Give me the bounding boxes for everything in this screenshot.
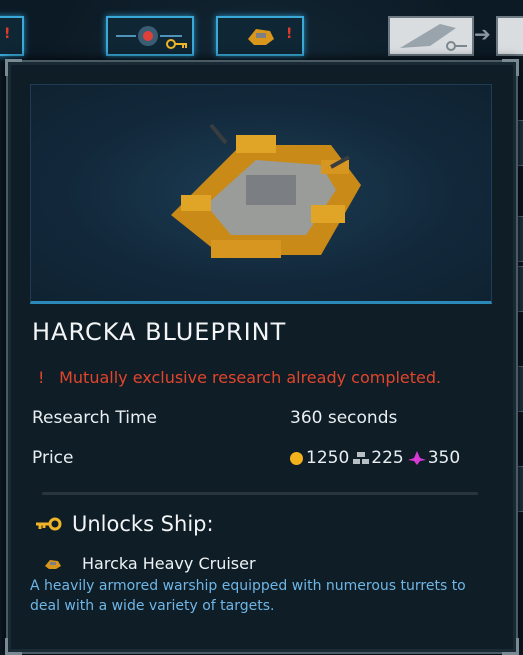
key-icon xyxy=(166,39,187,49)
section-divider xyxy=(42,492,478,495)
research-node-key-upgrade[interactable] xyxy=(106,16,194,56)
warning-icon: ! xyxy=(38,368,45,387)
warning-text: Mutually exclusive research already comp… xyxy=(59,368,442,387)
metal-icon xyxy=(353,451,370,464)
panel-corner xyxy=(5,59,22,76)
price-credits: 1250 xyxy=(290,448,349,468)
price-crystal-value: 350 xyxy=(427,448,461,468)
research-node-future-ship[interactable] xyxy=(388,16,474,56)
ship-render-image xyxy=(171,123,361,258)
research-node-left-edge[interactable]: ! xyxy=(0,16,24,56)
research-time-value: 360 seconds xyxy=(290,408,398,428)
ship-description: A heavily armored warship equipped with … xyxy=(30,578,466,614)
price-values: 1250 225 350 xyxy=(290,448,464,468)
ship-name: Harcka Heavy Cruiser xyxy=(82,554,256,573)
ship-thumbnail-icon xyxy=(45,559,61,569)
ship-preview xyxy=(30,84,492,304)
warning-icon: ! xyxy=(286,26,293,42)
key-icon xyxy=(446,41,467,51)
price-metal-value: 225 xyxy=(371,448,404,468)
price-label: Price xyxy=(32,448,74,468)
mutually-exclusive-warning: ! Mutually exclusive research already co… xyxy=(38,368,441,387)
panel-corner xyxy=(5,638,22,655)
research-time-label: Research Time xyxy=(32,408,157,428)
price-credits-value: 1250 xyxy=(306,448,350,468)
research-node-harcka-selected[interactable]: ! xyxy=(216,16,304,56)
crystal-icon xyxy=(407,451,426,465)
panel-corner xyxy=(502,638,519,655)
unlocks-heading: Unlocks Ship: xyxy=(34,512,214,536)
blueprint-title: HARCKA BLUEPRINT xyxy=(32,318,287,346)
ship-thumbnail-icon xyxy=(248,29,274,45)
price-crystal: 350 xyxy=(407,448,461,468)
price-metal: 225 xyxy=(353,448,404,468)
panel-corner xyxy=(502,59,519,76)
key-icon xyxy=(36,517,62,531)
warning-icon: ! xyxy=(4,26,11,42)
research-tooltip-panel: HARCKA BLUEPRINT ! Mutually exclusive re… xyxy=(5,59,519,655)
research-node-right-edge[interactable] xyxy=(496,16,523,56)
unlocked-ship: Harcka Heavy Cruiser xyxy=(44,554,256,573)
credits-icon xyxy=(290,451,303,465)
arrow-right-icon: ➔ xyxy=(474,22,491,46)
unlocks-heading-text: Unlocks Ship: xyxy=(72,512,214,536)
